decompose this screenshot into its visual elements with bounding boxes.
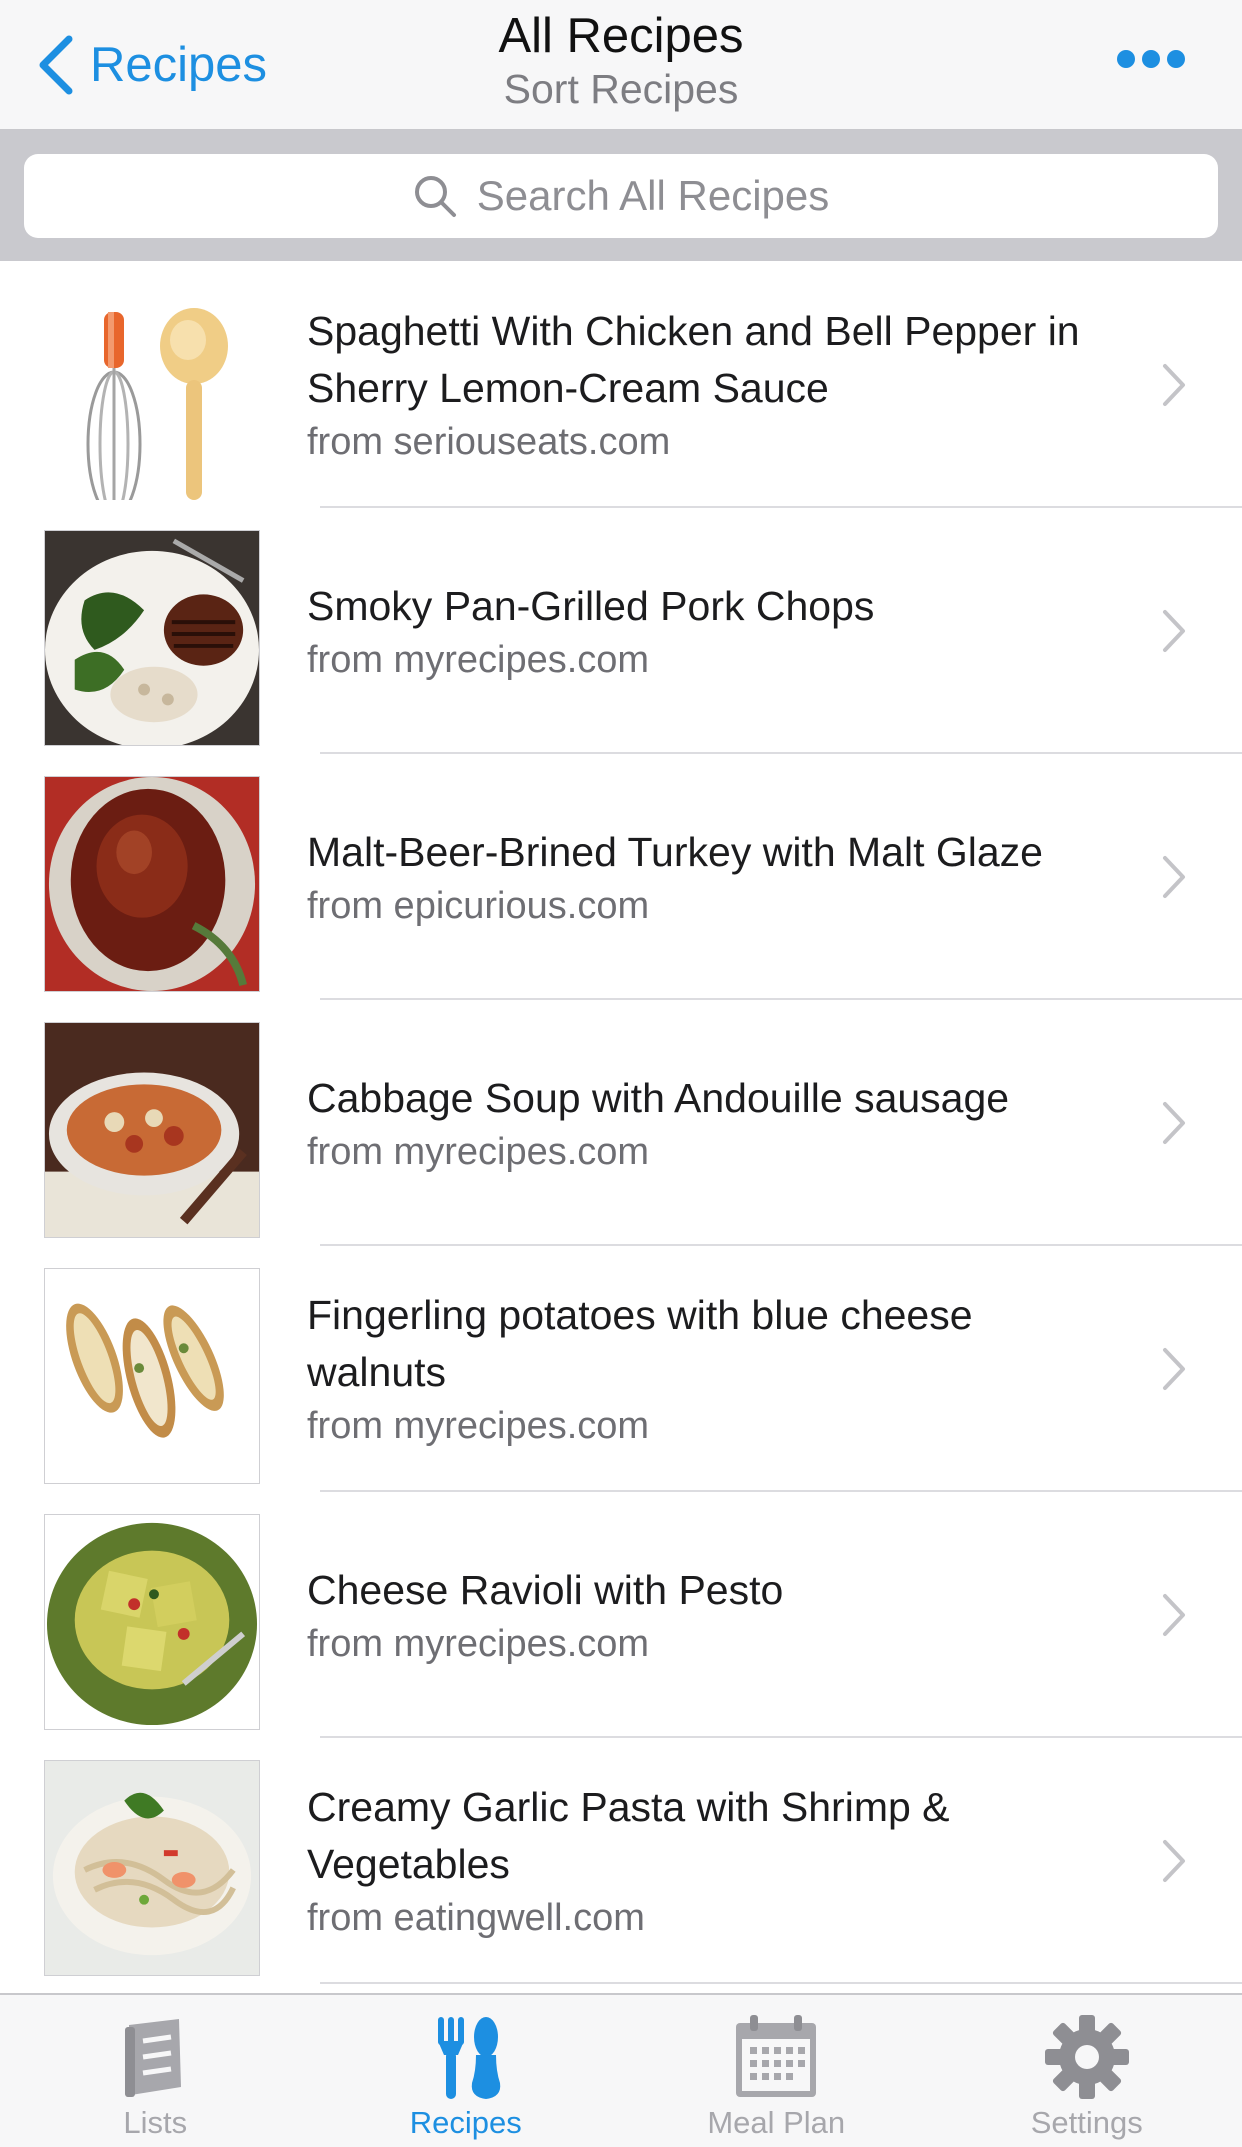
recipe-text: Spaghetti With Chicken and Bell Pepper i… bbox=[307, 262, 1112, 508]
pork-chops-photo bbox=[45, 531, 259, 745]
recipe-row[interactable]: Cheese Ravioli with Pesto from myrecipes… bbox=[0, 1492, 1242, 1738]
navigation-bar: Recipes All Recipes Sort Recipes bbox=[0, 0, 1242, 130]
recipe-source: from eatingwell.com bbox=[307, 1893, 1112, 1943]
book-icon bbox=[109, 2011, 201, 2103]
tab-bar: Lists Recipes Meal Plan bbox=[0, 1993, 1242, 2147]
whisk-and-spoon-image bbox=[44, 284, 260, 500]
tab-label: Lists bbox=[123, 2105, 187, 2141]
recipe-title: Malt-Beer-Brined Turkey with Malt Glaze bbox=[307, 824, 1112, 881]
chevron-right-icon bbox=[1162, 1347, 1186, 1391]
recipe-thumbnail bbox=[44, 1268, 260, 1484]
turkey-photo bbox=[45, 777, 259, 991]
recipe-thumbnail bbox=[44, 1022, 260, 1238]
search-icon bbox=[413, 174, 457, 218]
recipe-text: Creamy Garlic Pasta with Shrimp & Vegeta… bbox=[307, 1738, 1112, 1984]
garlic-pasta-shrimp-photo bbox=[45, 1761, 259, 1975]
search-bar-container: Search All Recipes bbox=[0, 130, 1242, 261]
tab-label: Meal Plan bbox=[707, 2105, 845, 2141]
recipe-source: from myrecipes.com bbox=[307, 1401, 1112, 1451]
search-placeholder: Search All Recipes bbox=[477, 172, 830, 220]
recipe-text: Cheese Ravioli with Pesto from myrecipes… bbox=[307, 1492, 1112, 1738]
recipe-row[interactable]: Malt-Beer-Brined Turkey with Malt Glaze … bbox=[0, 754, 1242, 1000]
recipe-thumbnail bbox=[44, 1514, 260, 1730]
recipe-source: from myrecipes.com bbox=[307, 1619, 1112, 1669]
recipe-row[interactable]: Fingerling potatoes with blue cheese wal… bbox=[0, 1246, 1242, 1492]
recipe-text: Cabbage Soup with Andouille sausage from… bbox=[307, 1000, 1112, 1246]
row-divider bbox=[320, 1982, 1242, 1984]
recipe-text: Smoky Pan-Grilled Pork Chops from myreci… bbox=[307, 508, 1112, 754]
recipe-title: Cabbage Soup with Andouille sausage bbox=[307, 1070, 1112, 1127]
search-input[interactable]: Search All Recipes bbox=[24, 154, 1218, 238]
recipe-row[interactable]: Smoky Pan-Grilled Pork Chops from myreci… bbox=[0, 508, 1242, 754]
chevron-right-icon bbox=[1162, 609, 1186, 653]
recipe-thumbnail bbox=[44, 776, 260, 992]
tab-recipes[interactable]: Recipes bbox=[311, 1995, 622, 2147]
fork-spoon-icon bbox=[420, 2011, 512, 2103]
chevron-right-icon bbox=[1162, 855, 1186, 899]
recipe-title: Smoky Pan-Grilled Pork Chops bbox=[307, 578, 1112, 635]
chevron-right-icon bbox=[1162, 1593, 1186, 1637]
recipe-thumbnail bbox=[44, 530, 260, 746]
tab-lists[interactable]: Lists bbox=[0, 1995, 311, 2147]
recipe-title: Creamy Garlic Pasta with Shrimp & Vegeta… bbox=[307, 1779, 1112, 1893]
recipe-source: from myrecipes.com bbox=[307, 635, 1112, 685]
fingerling-potatoes-photo bbox=[45, 1269, 259, 1483]
tab-meal-plan[interactable]: Meal Plan bbox=[621, 1995, 932, 2147]
ravioli-pesto-photo bbox=[45, 1515, 259, 1729]
recipe-text: Malt-Beer-Brined Turkey with Malt Glaze … bbox=[307, 754, 1112, 1000]
recipe-title: Cheese Ravioli with Pesto bbox=[307, 1562, 1112, 1619]
recipe-row[interactable]: Cabbage Soup with Andouille sausage from… bbox=[0, 1000, 1242, 1246]
tab-label: Recipes bbox=[410, 2105, 522, 2141]
chevron-right-icon bbox=[1162, 1101, 1186, 1145]
chevron-right-icon bbox=[1162, 363, 1186, 407]
recipe-title: Fingerling potatoes with blue cheese wal… bbox=[307, 1287, 1112, 1401]
recipe-thumbnail bbox=[44, 1760, 260, 1976]
cabbage-soup-photo bbox=[45, 1023, 259, 1237]
sort-recipes-button[interactable]: Sort Recipes bbox=[0, 66, 1242, 113]
recipe-row[interactable]: Creamy Garlic Pasta with Shrimp & Vegeta… bbox=[0, 1738, 1242, 1984]
gear-icon bbox=[1041, 2011, 1133, 2103]
recipe-source: from seriouseats.com bbox=[307, 417, 1112, 467]
recipe-thumbnail bbox=[44, 284, 260, 500]
page-title: All Recipes bbox=[0, 8, 1242, 64]
recipe-list: Spaghetti With Chicken and Bell Pepper i… bbox=[0, 262, 1242, 1984]
calendar-icon bbox=[730, 2011, 822, 2103]
recipe-source: from epicurious.com bbox=[307, 881, 1112, 931]
tab-label: Settings bbox=[1031, 2105, 1143, 2141]
recipe-text: Fingerling potatoes with blue cheese wal… bbox=[307, 1246, 1112, 1492]
recipe-title: Spaghetti With Chicken and Bell Pepper i… bbox=[307, 303, 1112, 417]
tab-settings[interactable]: Settings bbox=[932, 1995, 1242, 2147]
recipe-source: from myrecipes.com bbox=[307, 1127, 1112, 1177]
chevron-right-icon bbox=[1162, 1839, 1186, 1883]
more-options-icon[interactable] bbox=[1116, 44, 1186, 74]
recipe-row[interactable]: Spaghetti With Chicken and Bell Pepper i… bbox=[0, 262, 1242, 508]
